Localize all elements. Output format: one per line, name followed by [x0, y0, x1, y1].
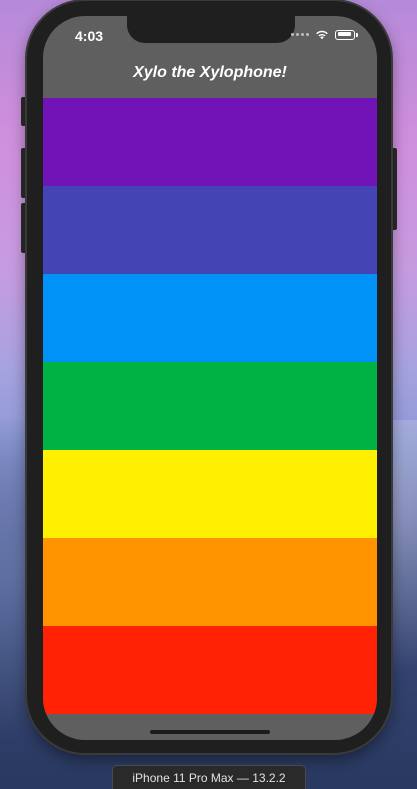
xylophone-key-6[interactable]	[43, 538, 377, 626]
xylophone-key-4[interactable]	[43, 362, 377, 450]
notch	[127, 16, 295, 43]
simulator-device-label: iPhone 11 Pro Max — 13.2.2	[112, 765, 306, 789]
app-bar-title: Xylo the Xylophone!	[133, 64, 287, 81]
xylophone-key-3[interactable]	[43, 274, 377, 362]
side-button	[391, 148, 397, 230]
battery-icon	[335, 29, 358, 40]
xylophone-key-2[interactable]	[43, 186, 377, 274]
xylophone-key-5[interactable]	[43, 450, 377, 538]
cellular-signal-icon	[291, 33, 309, 36]
status-icons	[291, 29, 358, 40]
wifi-icon	[316, 30, 328, 40]
phone-screen: 4:03 Xylo the Xylophone!	[43, 16, 377, 740]
status-time: 4:03	[75, 28, 104, 44]
xylophone-key-7[interactable]	[43, 626, 377, 714]
home-indicator[interactable]	[150, 730, 270, 734]
xylophone-keys	[43, 98, 377, 714]
xylophone-key-1[interactable]	[43, 98, 377, 186]
